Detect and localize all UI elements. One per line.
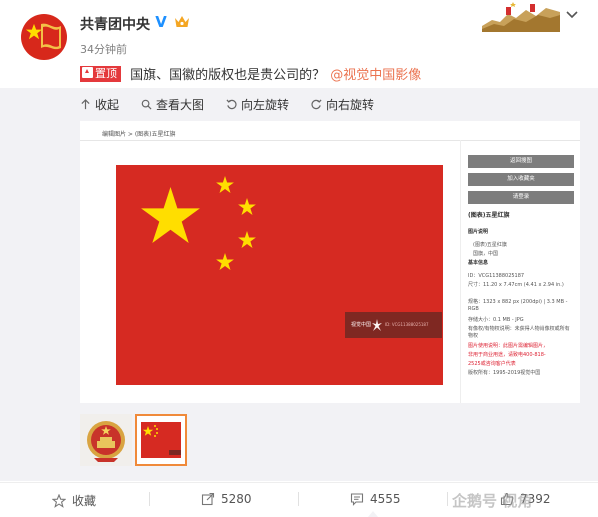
flag-wave-icon xyxy=(41,23,61,50)
repost-count: 5280 xyxy=(221,492,252,506)
login-button: 请登录 xyxy=(468,191,574,204)
comment-count: 4555 xyxy=(370,492,401,506)
comment-icon xyxy=(350,493,364,506)
info-id: ID：VCG11388025187 xyxy=(468,273,525,279)
svg-text:V: V xyxy=(155,14,167,30)
verified-v-icon: V xyxy=(153,14,169,30)
back-to-search-button: 返回搜图 xyxy=(468,155,574,168)
view-large-label: 查看大图 xyxy=(156,97,205,112)
star-outline-icon xyxy=(52,493,66,508)
rotate-right-icon xyxy=(311,99,322,109)
info-auth: 有像权/有物权说明：未获得人物肖像权或所有物权 xyxy=(468,326,570,339)
desc-heading: 图片说明 xyxy=(468,229,489,235)
rotate-right-button[interactable]: 向右旋转 xyxy=(311,96,374,112)
watermark-brand: 视觉中国 xyxy=(351,322,372,328)
mini-flag xyxy=(141,422,181,458)
info-store: 存储大小：0.1 MB - JPG xyxy=(468,317,524,323)
photo-watermark: 视觉中国 ID: VCG11388025187 xyxy=(345,312,442,338)
share-icon xyxy=(201,492,215,506)
preview-breadcrumb: 编辑图片 > (图表)五星红旗 xyxy=(102,131,176,138)
post-text: 国旗、国徽的版权也是贵公司的？ xyxy=(130,68,326,83)
basic-heading: 基本信息 xyxy=(468,260,489,266)
thumbnail-flag-selected[interactable] xyxy=(135,414,187,466)
small-star-1 xyxy=(216,176,234,193)
info-use-1: 图片使用说明：此图片需编辑图片， xyxy=(468,343,549,349)
user-name[interactable]: 共青团中央 xyxy=(80,14,150,34)
view-large-button[interactable]: 查看大图 xyxy=(141,96,204,112)
small-star-4 xyxy=(216,253,234,270)
desc-line-1: (图表)五星红旗 xyxy=(473,242,507,248)
corner-watermark: 企鹅号 视角 xyxy=(452,492,533,510)
pin-icon xyxy=(82,66,93,78)
desc-line-2: 国旗，中国 xyxy=(473,251,499,257)
comment-pointer xyxy=(368,511,378,517)
add-favorite-button: 加入收藏夹 xyxy=(468,173,574,186)
large-star xyxy=(141,187,200,243)
rotate-left-icon xyxy=(226,99,237,109)
action-divider xyxy=(298,492,299,506)
pin-label: 置顶 xyxy=(95,66,117,80)
chinese-flag-image xyxy=(116,165,443,385)
rotate-left-button[interactable]: 向左旋转 xyxy=(226,96,289,112)
great-wall-banner-icon xyxy=(482,0,560,32)
rotate-left-label: 向左旋转 xyxy=(241,97,290,112)
info-use-2: 非用于商业用途，请致电400-818- xyxy=(468,352,546,358)
repost-button[interactable]: 5280 xyxy=(201,492,252,506)
attached-image[interactable]: 编辑图片 > (图表)五星红旗 视觉中国 ID: VCG11388025187 … xyxy=(80,121,580,403)
info-spec: 规格：1323 x 882 px (200dpi) | 3.3 MB - RGB xyxy=(468,299,568,312)
comment-button[interactable]: 4555 xyxy=(350,492,401,506)
post-time[interactable]: 34分钟前 xyxy=(80,41,127,57)
vcg-logo-icon xyxy=(372,319,382,331)
action-divider xyxy=(447,492,448,506)
small-star-3 xyxy=(238,231,256,248)
preview-column-divider xyxy=(460,140,461,403)
preview-title: (图表)五星红旗 xyxy=(468,212,510,219)
watermark-id: ID: VCG11388025187 xyxy=(385,322,429,327)
chevron-down-icon[interactable] xyxy=(565,9,579,21)
small-star-2 xyxy=(238,198,256,215)
collapse-button[interactable]: 收起 xyxy=(80,96,119,112)
avatar[interactable] xyxy=(21,14,67,60)
national-emblem-icon xyxy=(87,421,125,462)
preview-divider xyxy=(80,140,580,141)
media-toolbar: 收起 查看大图 向左旋转 向右旋转 xyxy=(80,96,374,112)
favorite-button[interactable]: 收藏 xyxy=(52,492,96,509)
pin-badge: 置顶 xyxy=(80,65,121,82)
search-icon xyxy=(141,99,152,110)
five-star-flag-icon xyxy=(142,425,181,455)
crown-icon[interactable] xyxy=(174,15,190,29)
action-divider xyxy=(149,492,150,506)
info-size: 尺寸：11.20 x 7.47cm (4.41 x 2.94 in.) xyxy=(468,282,564,288)
mention-link[interactable]: @视觉中国影像 xyxy=(330,68,421,83)
info-use-3: 2525或咨询客户代表 xyxy=(468,361,516,367)
weibo-post: 共青团中央 V 34分钟前 置顶 国旗、国徽的版权也是贵公司的？ @视觉中国影像… xyxy=(0,0,598,517)
thumbnail-emblem[interactable] xyxy=(80,414,132,466)
post-text-line: 置顶 国旗、国徽的版权也是贵公司的？ @视觉中国影像 xyxy=(80,63,421,83)
favorite-label: 收藏 xyxy=(72,494,97,508)
info-copyright: 版权所有：1995-2019视觉中国 xyxy=(468,370,541,376)
five-star-flag-icon xyxy=(141,176,256,270)
rotate-right-label: 向右旋转 xyxy=(326,97,375,112)
collapse-label: 收起 xyxy=(95,97,120,112)
arrow-up-icon xyxy=(81,98,90,109)
